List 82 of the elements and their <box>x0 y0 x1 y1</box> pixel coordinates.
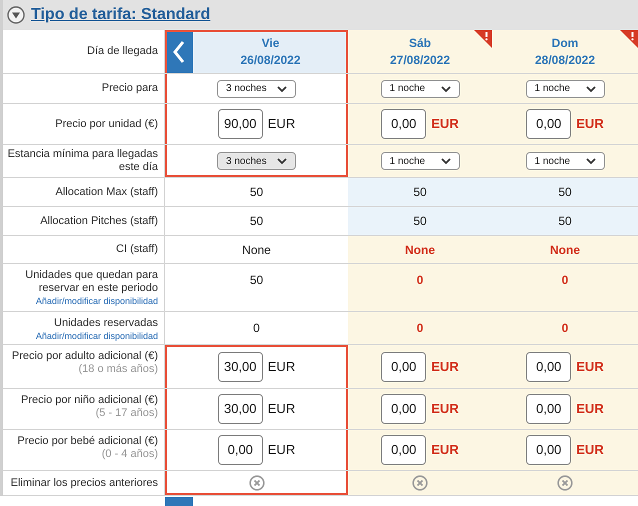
value-text: None <box>242 242 271 258</box>
date-text: 26/08/2022 <box>240 52 301 68</box>
currency-label: EUR <box>268 441 296 460</box>
value-text: None <box>550 242 580 258</box>
currency-label: EUR <box>576 441 604 460</box>
row-label: Precio por niño adicional (€) <box>21 394 158 407</box>
chevron-down-icon <box>277 157 287 165</box>
price-input[interactable]: 30,00 <box>218 394 263 424</box>
value-text: 50 <box>558 213 572 230</box>
nights-select[interactable]: 1 noche <box>526 80 604 98</box>
remove-icon[interactable] <box>412 475 428 491</box>
row-label: Precio por unidad (€) <box>55 118 158 130</box>
price-input[interactable]: 0,00 <box>381 435 426 465</box>
currency-label: EUR <box>431 115 459 134</box>
alert-corner-icon <box>474 30 492 48</box>
remove-icon[interactable] <box>248 475 264 491</box>
date-text: 27/08/2022 <box>390 52 450 68</box>
age-range-text: (18 o más años) <box>78 363 158 376</box>
price-input[interactable]: 0,00 <box>381 394 426 424</box>
row-label: Precio por adulto adicional (€) <box>12 350 158 363</box>
chevron-down-icon <box>586 84 596 92</box>
value-text: 50 <box>558 184 572 201</box>
remove-icon[interactable] <box>557 475 573 491</box>
age-range-text: (5 - 17 años) <box>96 407 158 420</box>
chevron-down-icon <box>440 157 450 165</box>
value-text: 50 <box>413 184 427 201</box>
chevron-down-icon <box>277 84 287 92</box>
row-label: Día de llegada <box>87 44 158 60</box>
chevron-down-icon <box>586 157 596 165</box>
row-label: Unidades que quedan para reservar en este periodo <box>24 269 158 295</box>
row-label: Eliminar los precios anteriores <box>10 476 158 490</box>
chevron-left-icon <box>172 40 186 64</box>
currency-label: EUR <box>431 400 459 418</box>
currency-label: EUR <box>268 358 296 376</box>
weekday-text: Sáb <box>408 34 431 52</box>
row-label: Allocation Max (staff) <box>55 186 158 198</box>
date-text: 28/08/2022 <box>534 52 596 68</box>
alert-corner-icon <box>620 30 638 48</box>
row-label: Unidades reservadas <box>54 317 158 330</box>
row-label: Precio para <box>102 82 158 95</box>
price-input[interactable]: 90,00 <box>218 109 263 139</box>
value-text: 50 <box>250 184 264 201</box>
value-text: 0 <box>416 272 424 289</box>
row-label: Allocation Pitches (staff) <box>40 214 158 228</box>
price-input[interactable]: 0,00 <box>218 435 263 465</box>
price-input[interactable]: 0,00 <box>381 352 426 382</box>
row-label: Estancia mínima para llegadas este día <box>7 148 158 174</box>
currency-label: EUR <box>576 400 604 418</box>
currency-label: EUR <box>268 115 296 134</box>
value-text: 0 <box>253 320 260 337</box>
age-range-text: (0 - 4 años) <box>102 448 158 461</box>
nights-select[interactable]: 1 noche <box>380 152 460 170</box>
chevron-down-icon <box>440 84 450 92</box>
weekday-text: Dom <box>552 34 578 52</box>
value-text: 50 <box>250 213 264 230</box>
currency-label: EUR <box>576 358 604 376</box>
availability-link[interactable]: Añadir/modificar disponibilidad <box>36 330 158 343</box>
value-text: 50 <box>250 272 264 289</box>
price-input[interactable]: 0,00 <box>381 109 426 139</box>
collapse-icon[interactable] <box>7 6 25 24</box>
availability-link[interactable]: Añadir/modificar disponibilidad <box>36 295 158 308</box>
currency-label: EUR <box>431 441 459 460</box>
value-text: 0 <box>562 320 568 337</box>
currency-label: EUR <box>576 115 604 134</box>
row-label: CI (staff) <box>116 243 158 256</box>
rate-type-link[interactable]: Tipo de tarifa: Standard <box>31 3 210 27</box>
price-input[interactable]: 0,00 <box>526 352 572 382</box>
price-input[interactable]: 0,00 <box>526 435 572 465</box>
price-input[interactable]: 0,00 <box>526 109 572 139</box>
value-text: 0 <box>562 272 568 289</box>
nights-select[interactable]: 1 noche <box>380 80 460 98</box>
weekday-text: Vie <box>262 34 280 52</box>
currency-label: EUR <box>268 400 296 418</box>
value-text: None <box>405 242 435 258</box>
value-text: 50 <box>413 213 427 230</box>
price-input[interactable]: 30,00 <box>218 352 263 382</box>
currency-label: EUR <box>431 358 459 376</box>
nights-select[interactable]: 1 noche <box>526 152 604 170</box>
value-text: 0 <box>416 320 424 337</box>
nights-select[interactable]: 3 noches <box>217 80 296 98</box>
price-input[interactable]: 0,00 <box>526 394 572 424</box>
row-label: Precio por bebé adicional (€) <box>17 435 158 448</box>
